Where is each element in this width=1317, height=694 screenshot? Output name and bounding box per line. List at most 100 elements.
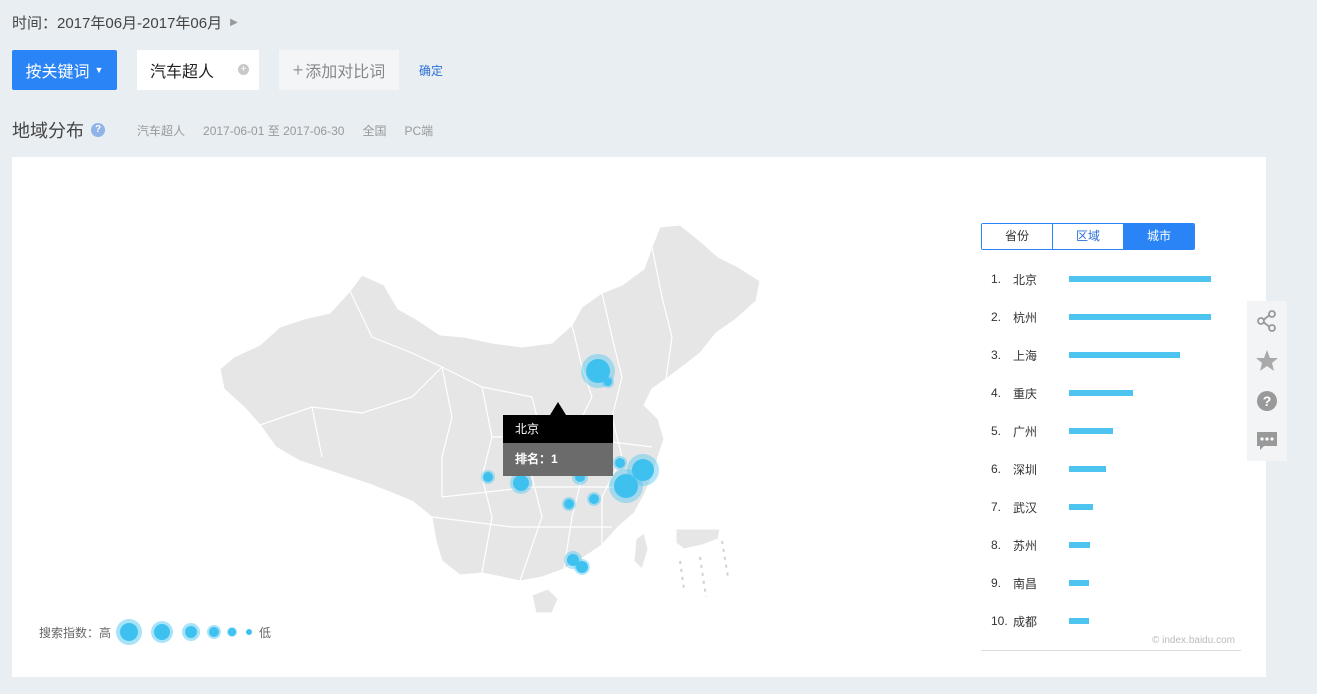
city-bubble[interactable] <box>614 474 638 498</box>
rank-city: 深圳 <box>1013 462 1038 477</box>
keyword-input[interactable]: 汽车超人 + <box>137 50 259 90</box>
rank-bar-track <box>1069 580 1211 586</box>
rank-bar <box>1069 390 1133 396</box>
rank-bar <box>1069 276 1211 282</box>
rank-index: 10. <box>991 614 1008 628</box>
legend-scale <box>116 619 253 645</box>
tab-area[interactable]: 区域 <box>1053 224 1124 249</box>
region-panel: 北京 排名：1 搜索指数：高 低 省份 区域 城市 1. 北京 2. 杭州 3. 上海 4.… <box>12 157 1266 677</box>
section-header: 地域分布 ? 汽车超人 2017-06-01 至 2017-06-30 全国 P… <box>12 117 433 143</box>
rank-index: 6. <box>991 462 1002 476</box>
meta-region: 全国 <box>362 123 387 138</box>
add-compare-label: 添加对比词 <box>305 64 386 81</box>
tooltip-title: 北京 <box>503 415 613 443</box>
keyword-value: 汽车超人 <box>150 64 215 81</box>
keyword-mode-label: 按关键词 <box>25 64 90 81</box>
clear-icon[interactable]: + <box>238 64 249 75</box>
rank-city: 苏州 <box>1013 538 1038 553</box>
rank-item: 3. 上海 <box>991 336 1231 374</box>
rank-item: 2. 杭州 <box>991 298 1231 336</box>
rank-city: 杭州 <box>1013 310 1038 325</box>
rank-bar-track <box>1069 504 1211 510</box>
city-bubble[interactable] <box>513 475 529 491</box>
rank-index: 7. <box>991 500 1002 514</box>
divider <box>981 650 1241 651</box>
map-taiwan <box>633 532 649 570</box>
rank-bar-track <box>1069 466 1211 472</box>
city-ranking-list: 1. 北京 2. 杭州 3. 上海 4. 重庆 5. 广州 6. 深圳 7. 武汉 8. 苏州 9. 南昌 10. 成… <box>991 260 1231 640</box>
city-bubble[interactable] <box>576 561 588 573</box>
caret-down-icon: ▼ <box>94 65 104 75</box>
rank-city: 成都 <box>1013 614 1038 629</box>
rank-index: 1. <box>991 272 1002 286</box>
rank-bar <box>1069 618 1089 624</box>
floating-sidebar: ? <box>1247 301 1287 461</box>
map-scs-inset <box>675 528 721 550</box>
map-tooltip: 北京 排名：1 <box>503 402 613 476</box>
rank-item: 5. 广州 <box>991 412 1231 450</box>
rank-item: 9. 南昌 <box>991 564 1231 602</box>
rank-bar-track <box>1069 428 1211 434</box>
map-hainan <box>531 588 559 614</box>
rank-item: 6. 深圳 <box>991 450 1231 488</box>
rank-index: 3. <box>991 348 1002 362</box>
section-title: 地域分布 <box>12 121 84 141</box>
meta-keyword: 汽车超人 <box>137 123 186 138</box>
svg-text:?: ? <box>1263 393 1272 409</box>
help-circle-icon[interactable]: ? <box>1247 381 1287 421</box>
city-bubble[interactable] <box>589 494 599 504</box>
meta-device: PC端 <box>404 123 434 138</box>
rank-city: 重庆 <box>1013 386 1038 401</box>
help-icon[interactable]: ? <box>91 123 105 137</box>
rank-bar-track <box>1069 390 1211 396</box>
rank-bar <box>1069 314 1211 320</box>
share-icon[interactable] <box>1247 301 1287 341</box>
chevron-right-icon[interactable]: ▶ <box>230 17 238 28</box>
rank-item: 7. 武汉 <box>991 488 1231 526</box>
star-icon[interactable] <box>1247 341 1287 381</box>
rank-bar-track <box>1069 314 1211 320</box>
tab-city[interactable]: 城市 <box>1124 224 1194 249</box>
rank-bar-track <box>1069 618 1211 624</box>
rank-bar <box>1069 466 1106 472</box>
plus-icon: + <box>292 59 304 80</box>
rank-bar <box>1069 352 1180 358</box>
city-bubble[interactable] <box>564 499 574 509</box>
city-bubble[interactable] <box>483 472 493 482</box>
rank-bar <box>1069 428 1114 434</box>
rank-index: 2. <box>991 310 1002 324</box>
search-bar: 按关键词 ▼ 汽车超人 + + 添加对比词 确定 <box>12 50 443 90</box>
confirm-button[interactable]: 确定 <box>419 62 443 79</box>
rank-bar <box>1069 542 1091 548</box>
rank-bar-track <box>1069 276 1211 282</box>
rank-city: 武汉 <box>1013 500 1038 515</box>
time-selector[interactable]: 时间：2017年06月-2017年06月 ▶ <box>12 12 238 33</box>
add-compare-button[interactable]: + 添加对比词 <box>279 50 399 90</box>
keyword-mode-button[interactable]: 按关键词 ▼ <box>12 50 117 90</box>
rank-bar-track <box>1069 542 1211 548</box>
city-bubble[interactable] <box>615 458 625 468</box>
rank-index: 8. <box>991 538 1002 552</box>
china-map[interactable] <box>12 157 972 677</box>
rank-bar <box>1069 504 1094 510</box>
rank-city: 上海 <box>1013 348 1038 363</box>
rank-item: 4. 重庆 <box>991 374 1231 412</box>
legend-label: 搜索指数：高 <box>39 625 112 640</box>
rank-city: 南昌 <box>1013 576 1038 591</box>
tab-province[interactable]: 省份 <box>982 224 1053 249</box>
meta-date-range: 2017-06-01 至 2017-06-30 <box>203 123 345 138</box>
rank-item: 8. 苏州 <box>991 526 1231 564</box>
map-legend: 搜索指数：高 低 <box>39 618 271 646</box>
rank-bar-track <box>1069 352 1211 358</box>
rank-index: 9. <box>991 576 1002 590</box>
rank-index: 5. <box>991 424 1002 438</box>
region-tabs: 省份 区域 城市 <box>981 223 1195 250</box>
rank-index: 4. <box>991 386 1002 400</box>
city-bubble[interactable] <box>604 378 612 386</box>
copyright: © index.baidu.com <box>1152 635 1235 646</box>
legend-low-label: 低 <box>259 625 272 640</box>
rank-item: 1. 北京 <box>991 260 1231 298</box>
comment-icon[interactable] <box>1247 421 1287 461</box>
rank-bar <box>1069 580 1089 586</box>
rank-city: 北京 <box>1013 272 1038 287</box>
